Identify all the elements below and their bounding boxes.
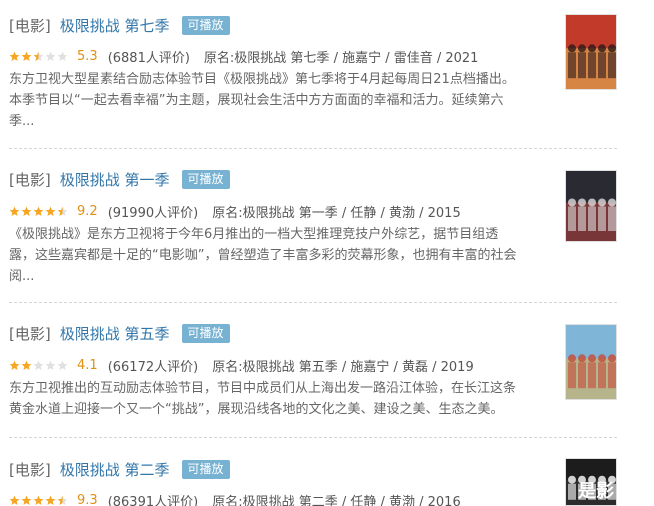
category-label: [电影] — [9, 324, 51, 343]
description: 东方卫视大型星素结合励志体验节目《极限挑战》第七季将于4月起每周日21点档播出。… — [9, 69, 549, 132]
star-icon — [9, 360, 20, 371]
description-line: 东方卫视大型星素结合励志体验节目《极限挑战》第七季将于4月起每周日21点档播出。 — [9, 72, 515, 87]
star-icon — [45, 360, 56, 371]
star-icon — [9, 206, 20, 217]
star-icon — [45, 206, 56, 217]
title-line: [电影] 极限挑战 第二季 可播放 — [9, 458, 230, 480]
poster-image[interactable]: 是影 — [565, 458, 617, 506]
star-icon — [33, 495, 44, 506]
star-icon — [33, 206, 44, 217]
playable-badge[interactable]: 可播放 — [181, 323, 230, 343]
rating-stars — [9, 360, 69, 371]
meta-info: 原名:极限挑战 第七季 / 施嘉宁 / 雷佳音 / 2021 — [203, 50, 479, 66]
rating-score: 5.3 — [77, 48, 98, 64]
star-icon — [57, 51, 68, 62]
description: 东方卫视推出的互动励志体验节目，节目中成员们从上海出发一路沿江体验，在长江这条 … — [9, 378, 549, 420]
playable-badge[interactable]: 可播放 — [181, 459, 230, 479]
rating-count: (6881人评价) — [107, 50, 190, 66]
star-icon — [57, 206, 68, 217]
result-title-link[interactable]: 极限挑战 第二季 — [60, 459, 170, 480]
rating-stars — [9, 51, 69, 62]
rating-count: (91990人评价) — [107, 205, 199, 221]
meta-line: 5.3 (6881人评价) 原名:极限挑战 第七季 / 施嘉宁 / 雷佳音 / … — [9, 47, 479, 66]
description-line: 黄金水道上迎接一个又一个“挑战”，展现沿线各地的文化之美、建设之美、生态之美。 — [9, 402, 504, 417]
result-title-link[interactable]: 极限挑战 第一季 — [60, 169, 170, 190]
description: 《极限挑战》是东方卫视将于今年6月推出的一档大型推理竞技户外综艺，据节目组透 露… — [9, 224, 549, 287]
playable-badge[interactable]: 可播放 — [181, 169, 230, 189]
star-icon — [21, 51, 32, 62]
result-title-link[interactable]: 极限挑战 第七季 — [60, 15, 170, 36]
description-line: 阅... — [9, 269, 35, 284]
divider — [9, 148, 617, 149]
description-line: 本季节目以“一起去看幸福”为主题，展现社会生活中方方面面的幸福和活力。延续第六 — [9, 93, 504, 108]
meta-info: 原名:极限挑战 第一季 / 任静 / 黄渤 / 2015 — [212, 205, 461, 221]
star-icon — [33, 360, 44, 371]
rating-stars — [9, 495, 69, 506]
description-line: 《极限挑战》是东方卫视将于今年6月推出的一档大型推理竞技户外综艺，据节目组透 — [9, 227, 499, 242]
star-icon — [57, 360, 68, 371]
star-icon — [21, 360, 32, 371]
star-icon — [45, 51, 56, 62]
playable-badge[interactable]: 可播放 — [181, 15, 230, 35]
category-label: [电影] — [9, 460, 51, 479]
result-title-link[interactable]: 极限挑战 第五季 — [60, 323, 170, 344]
title-line: [电影] 极限挑战 第五季 可播放 — [9, 322, 230, 344]
star-icon — [9, 51, 20, 62]
description-line: 季... — [9, 114, 35, 129]
star-icon — [33, 51, 44, 62]
rating-score: 9.2 — [77, 203, 98, 219]
poster-image[interactable] — [565, 170, 617, 242]
meta-line: 4.1 (66172人评价) 原名:极限挑战 第五季 / 施嘉宁 / 黄磊 / … — [9, 356, 474, 375]
category-label: [电影] — [9, 170, 51, 189]
description-line: 东方卫视推出的互动励志体验节目，节目中成员们从上海出发一路沿江体验，在长江这条 — [9, 381, 517, 396]
rating-score: 9.3 — [77, 492, 98, 506]
star-icon — [57, 495, 68, 506]
meta-info: 原名:极限挑战 第五季 / 施嘉宁 / 黄磊 / 2019 — [212, 359, 474, 375]
divider — [9, 437, 617, 438]
poster-image[interactable] — [565, 14, 617, 90]
meta-line: 9.2 (91990人评价) 原名:极限挑战 第一季 / 任静 / 黄渤 / 2… — [9, 202, 461, 221]
poster-image[interactable] — [565, 324, 617, 400]
divider — [9, 302, 617, 303]
meta-info: 原名:极限挑战 第二季 / 任静 / 黄渤 / 2016 — [212, 494, 461, 506]
rating-count: (86391人评价) — [107, 494, 199, 506]
rating-score: 4.1 — [77, 357, 98, 373]
star-icon — [45, 495, 56, 506]
rating-stars — [9, 206, 69, 217]
star-icon — [21, 206, 32, 217]
meta-line: 9.3 (86391人评价) 原名:极限挑战 第二季 / 任静 / 黄渤 / 2… — [9, 491, 461, 506]
star-icon — [9, 495, 20, 506]
description-line: 露，这些嘉宾都是十足的“电影咖”，曾经塑造了丰富多彩的荧幕形象，也拥有丰富的社会 — [9, 248, 517, 263]
poster-text: 是影 — [578, 481, 614, 502]
title-line: [电影] 极限挑战 第七季 可播放 — [9, 14, 230, 36]
rating-count: (66172人评价) — [107, 359, 199, 375]
title-line: [电影] 极限挑战 第一季 可播放 — [9, 168, 230, 190]
category-label: [电影] — [9, 16, 51, 35]
star-icon — [21, 495, 32, 506]
